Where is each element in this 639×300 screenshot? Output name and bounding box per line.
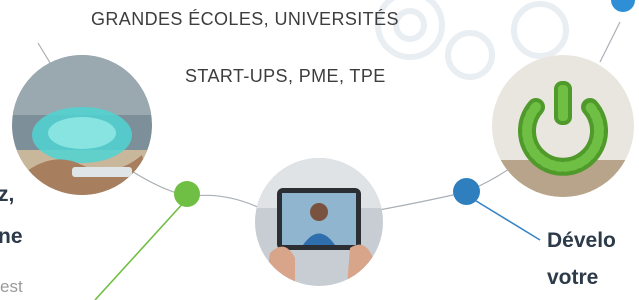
blue-leader-line bbox=[467, 195, 541, 241]
right-heading-line2: votre bbox=[547, 266, 599, 289]
right-heading-line1: Dévelo bbox=[547, 229, 616, 252]
page-canvas: GRANDES ÉCOLES, UNIVERSITÉS START-UPS, P… bbox=[0, 0, 639, 300]
line-top-right bbox=[599, 21, 621, 63]
photo-digital-network bbox=[12, 55, 152, 195]
blue-node bbox=[453, 178, 480, 205]
left-heading-line2: ne bbox=[0, 225, 23, 248]
green-node bbox=[174, 181, 200, 207]
left-caption: est bbox=[0, 277, 23, 296]
green-leader-line bbox=[94, 199, 187, 300]
heading-grandes-ecoles: GRANDES ÉCOLES, UNIVERSITÉS bbox=[91, 9, 399, 29]
photo-tablet-video-call bbox=[255, 158, 383, 286]
left-heading-line1: z, bbox=[0, 183, 15, 206]
photo-green-power-button bbox=[492, 55, 634, 197]
heading-startups: START-UPS, PME, TPE bbox=[185, 66, 386, 86]
